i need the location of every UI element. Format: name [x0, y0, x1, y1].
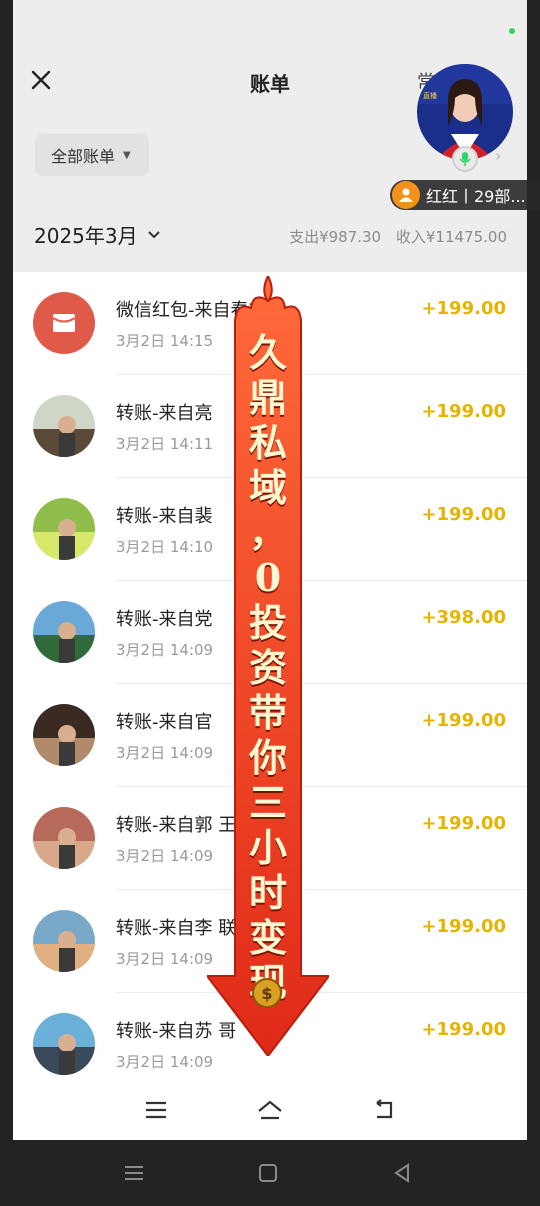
transaction-time: 3月2日 14:09 — [116, 744, 214, 762]
promo-char: ， — [248, 510, 287, 555]
avatar — [33, 704, 95, 766]
income-total: 收入¥11475.00 — [395, 228, 507, 246]
transaction-amount: +199.00 — [421, 1019, 506, 1040]
transaction-name: 转账-来自党 — [116, 609, 213, 630]
mic-icon — [459, 152, 471, 166]
promo-char: 时 — [248, 870, 287, 915]
red-packet-icon — [33, 292, 95, 354]
transaction-amount: +199.00 — [421, 916, 506, 937]
user-icon — [392, 181, 420, 209]
filter-dropdown[interactable]: 全部账单 ▼ — [35, 134, 149, 176]
avatar — [33, 1013, 95, 1075]
promo-text: 久鼎私域，0投资带你三小时变现 — [227, 330, 309, 1005]
square-home-icon — [259, 1164, 277, 1182]
money-bag-icon: $ — [252, 978, 282, 1008]
month-label: 2025年3月 — [34, 224, 138, 248]
system-recents-button[interactable] — [114, 1158, 154, 1188]
transaction-time: 3月2日 14:09 — [116, 641, 214, 659]
menu-icon — [146, 1101, 166, 1119]
transaction-time: 3月2日 14:09 — [116, 847, 214, 865]
avatar — [33, 395, 95, 457]
transaction-amount: +199.00 — [421, 401, 506, 422]
home-icon — [258, 1100, 282, 1120]
phone-frame: 账单 常见问题 全部账单 ▼ 2025年3月 支出¥987.30 收入¥1147… — [0, 0, 540, 1206]
streamer-badge[interactable]: 红红丨29部... — [390, 180, 540, 210]
transaction-name: 转账-来自亮 — [116, 403, 213, 424]
transaction-amount: +199.00 — [421, 504, 506, 525]
transaction-time: 3月2日 14:09 — [116, 950, 214, 968]
recents-icon — [125, 1166, 143, 1180]
promo-char: 0 — [254, 555, 282, 600]
expense-total: 支出¥987.30 — [289, 228, 382, 246]
chevron-right-icon: › — [495, 146, 502, 165]
menu-button[interactable] — [136, 1094, 176, 1126]
transaction-time: 3月2日 14:09 — [116, 1053, 214, 1071]
promo-char: 你 — [248, 735, 287, 780]
avatar — [33, 910, 95, 972]
mic-button[interactable] — [452, 146, 478, 172]
system-back-button[interactable] — [382, 1158, 422, 1188]
live-card-text: 直播 — [423, 91, 437, 100]
promo-char: 三 — [248, 780, 287, 825]
transaction-amount: +199.00 — [421, 298, 506, 319]
promo-char: 带 — [248, 690, 287, 735]
avatar — [33, 807, 95, 869]
home-button[interactable] — [250, 1094, 290, 1126]
system-home-button[interactable] — [248, 1158, 288, 1188]
system-nav-bar — [0, 1140, 540, 1206]
triangle-back-icon — [394, 1163, 409, 1183]
bottom-nav — [13, 1080, 527, 1140]
transaction-time: 3月2日 14:10 — [116, 538, 214, 556]
transaction-name: 转账-来自官 — [116, 712, 213, 733]
promo-char: 私 — [248, 420, 287, 465]
transaction-name: 转账-来自裴 — [116, 506, 213, 527]
month-selector[interactable]: 2025年3月 — [34, 220, 162, 249]
transaction-amount: +398.00 — [421, 607, 506, 628]
status-indicator — [509, 28, 515, 34]
filter-label: 全部账单 — [51, 147, 116, 166]
promo-char: 变 — [248, 915, 287, 960]
promo-char: 投 — [248, 600, 287, 645]
avatar — [33, 498, 95, 560]
transaction-amount: +199.00 — [421, 813, 506, 834]
promo-char: 域 — [248, 465, 287, 510]
streamer-name: 红红丨29部... — [426, 187, 526, 206]
promo-char: 小 — [248, 825, 287, 870]
back-icon — [376, 1099, 393, 1119]
chevron-down-icon — [147, 230, 160, 238]
transaction-time: 3月2日 14:15 — [116, 332, 214, 350]
promo-char: 久 — [248, 330, 287, 375]
back-button[interactable] — [364, 1094, 404, 1126]
transaction-time: 3月2日 14:11 — [116, 435, 214, 453]
avatar — [33, 601, 95, 663]
transaction-amount: +199.00 — [421, 710, 506, 731]
promo-char: 鼎 — [248, 375, 287, 420]
month-summary: 支出¥987.30 收入¥11475.00 — [279, 226, 507, 247]
promo-char: 资 — [248, 645, 287, 690]
caret-down-icon: ▼ — [123, 149, 131, 161]
